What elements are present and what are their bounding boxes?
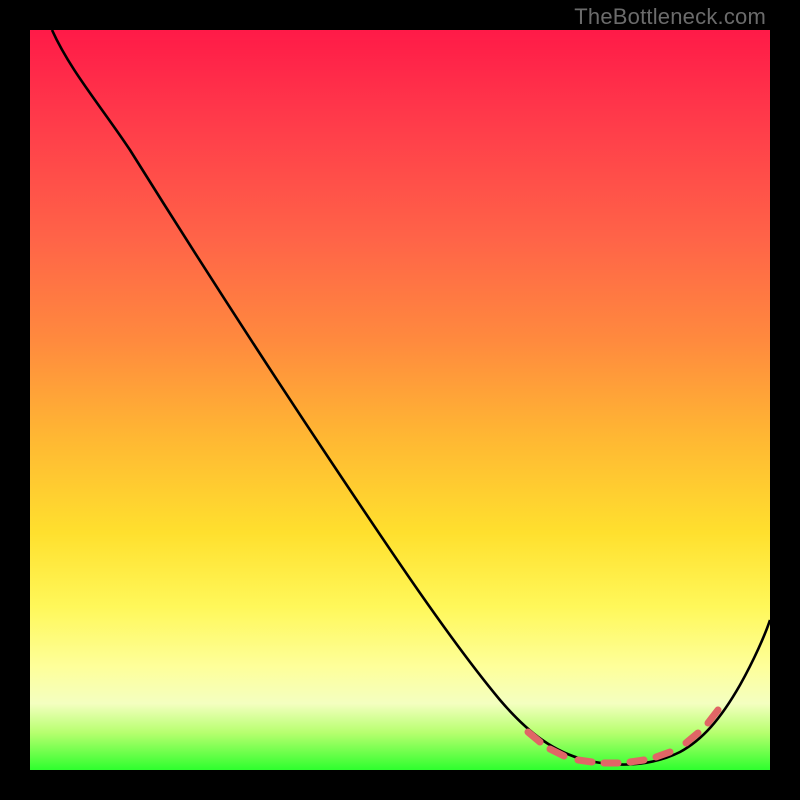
bottleneck-curve-svg	[30, 30, 770, 770]
watermark-text: TheBottleneck.com	[574, 4, 766, 30]
bottleneck-curve	[52, 30, 770, 765]
optimal-range-dashes	[528, 710, 718, 763]
chart-frame: TheBottleneck.com	[0, 0, 800, 800]
plot-area	[30, 30, 770, 770]
